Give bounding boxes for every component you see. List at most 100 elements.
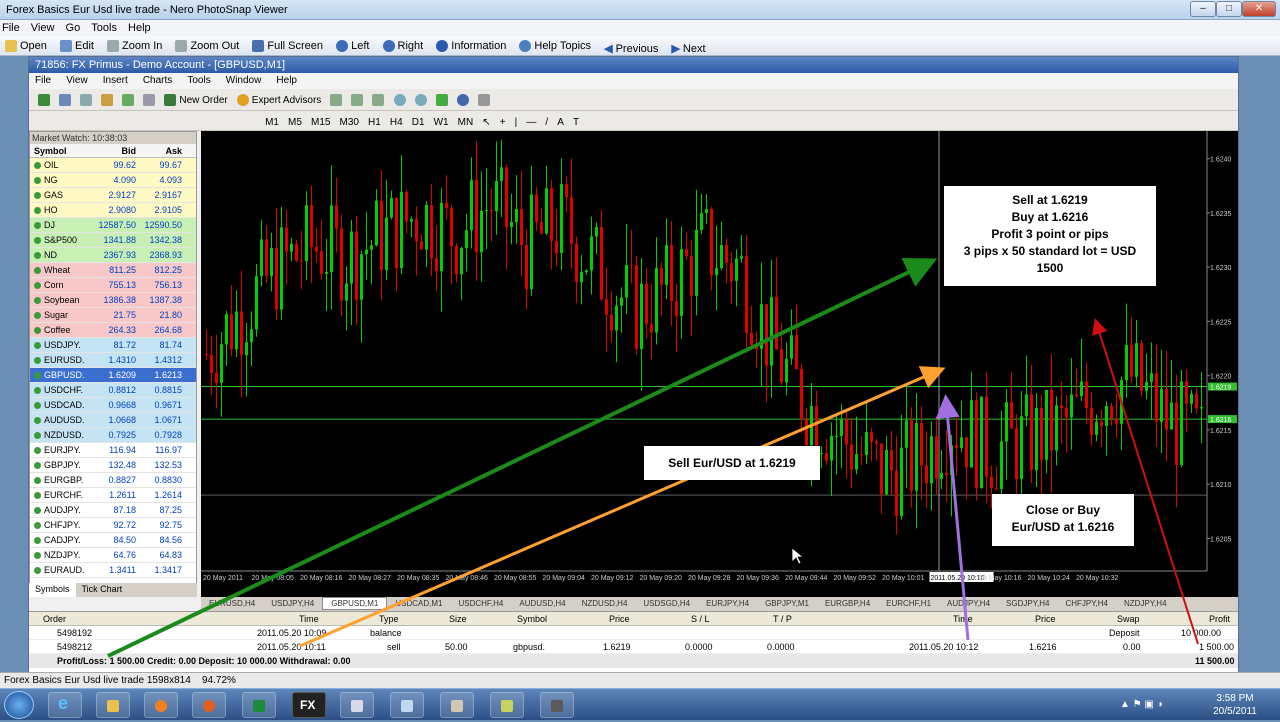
market-watch-row[interactable]: AUDJPY. 87.18 87.25	[30, 503, 196, 518]
market-watch-row[interactable]: HO 2.9080 2.9105	[30, 203, 196, 218]
menu-view[interactable]: View	[29, 20, 61, 34]
open-button[interactable]: Open	[0, 37, 52, 55]
taskbar-firefox[interactable]	[192, 692, 226, 718]
cursor-tool[interactable]: ↖	[479, 113, 493, 131]
taskbar-ie[interactable]: e	[48, 692, 82, 718]
candlestick-button[interactable]	[348, 91, 366, 109]
chart-tab[interactable]: GBPJPY,M1	[757, 598, 817, 609]
terminal-button[interactable]	[119, 91, 137, 109]
chart-tab[interactable]: EURJPY,H4	[698, 598, 757, 609]
mt4-menu-help[interactable]: Help	[270, 73, 303, 88]
chart-tab[interactable]: CHFJPY,H4	[1057, 598, 1116, 609]
th-profit[interactable]: Profit	[1209, 614, 1230, 624]
horizontal-line-tool[interactable]: —	[523, 113, 539, 131]
taskbar-explorer[interactable]	[96, 692, 130, 718]
tab-symbols[interactable]: Symbols	[29, 583, 76, 597]
market-watch-row[interactable]: AUDUSD. 1.0668 1.0671	[30, 413, 196, 428]
rotate-left-button[interactable]: Left	[331, 37, 374, 55]
zoom-out-button[interactable]: Zoom Out	[170, 37, 244, 55]
chart-tab[interactable]: AUDJPY,H4	[939, 598, 998, 609]
taskbar-app3[interactable]	[440, 692, 474, 718]
periods-button[interactable]	[454, 91, 472, 109]
menu-go[interactable]: Go	[64, 20, 87, 34]
mt4-menu-charts[interactable]: Charts	[137, 73, 178, 88]
profiles-button[interactable]	[56, 91, 74, 109]
market-watch-row[interactable]: USDCAD. 0.9668 0.9671	[30, 398, 196, 413]
market-watch-row[interactable]: GBPJPY. 132.48 132.53	[30, 458, 196, 473]
label-tool[interactable]: T	[570, 113, 582, 131]
line-chart-button[interactable]	[369, 91, 387, 109]
previous-button[interactable]: ◀ Previous	[599, 40, 663, 58]
menu-file[interactable]: File	[0, 20, 26, 34]
menu-help[interactable]: Help	[126, 20, 157, 34]
close-button[interactable]: ✕	[1242, 1, 1276, 17]
market-watch-row[interactable]: EURGBP. 0.8827 0.8830	[30, 473, 196, 488]
zoom-in-chart-button[interactable]	[391, 91, 409, 109]
vertical-line-tool[interactable]: |	[512, 113, 521, 131]
market-watch-row[interactable]: Soybean 1386.38 1387.38	[30, 293, 196, 308]
th-time[interactable]: Time	[299, 614, 319, 624]
market-watch-row[interactable]: Coffee 264.33 264.68	[30, 323, 196, 338]
crosshair-tool[interactable]: +	[497, 113, 509, 131]
tf-h1[interactable]: H1	[365, 113, 384, 131]
market-watch-row[interactable]: ND 2367.93 2368.93	[30, 248, 196, 263]
chart-tab[interactable]: NZDUSD,H4	[574, 598, 636, 609]
history-row-trade[interactable]: 5498212 2011.05.20 10:11 sell 50.00 gbpu…	[29, 640, 1238, 654]
tf-m1[interactable]: M1	[262, 113, 282, 131]
mt4-menu-window[interactable]: Window	[220, 73, 268, 88]
start-button[interactable]	[4, 691, 34, 719]
th-close-time[interactable]: Time	[953, 614, 973, 624]
tf-h4[interactable]: H4	[387, 113, 406, 131]
th-tp[interactable]: T / P	[773, 614, 792, 624]
chart-tab[interactable]: SGDJPY,H4	[998, 598, 1057, 609]
market-watch-row[interactable]: NG 4.090 4.093	[30, 173, 196, 188]
history-row-deposit[interactable]: 5498192 2011.05.20 10:09 balance Deposit…	[29, 626, 1238, 640]
market-watch-row[interactable]: Corn 755.13 756.13	[30, 278, 196, 293]
menu-tools[interactable]: Tools	[89, 20, 123, 34]
new-chart-button[interactable]	[35, 91, 53, 109]
market-watch-row[interactable]: GAS 2.9127 2.9167	[30, 188, 196, 203]
navigator-button[interactable]	[98, 91, 116, 109]
maximize-button[interactable]: □	[1216, 1, 1242, 17]
col-ask[interactable]: Ask	[138, 144, 184, 157]
market-watch-row[interactable]: NZDUSD. 0.7925 0.7928	[30, 428, 196, 443]
tf-d1[interactable]: D1	[409, 113, 428, 131]
clock-date[interactable]: 20/5/2011	[1206, 706, 1264, 717]
chart-tab[interactable]: NZDJPY,H4	[1116, 598, 1175, 609]
new-order-button[interactable]: New Order	[161, 91, 230, 109]
chart-tab[interactable]: EURGBP,H4	[817, 598, 878, 609]
th-order[interactable]: Order	[43, 614, 66, 624]
chart-tab[interactable]: EURCHF,H1	[878, 598, 939, 609]
edit-button[interactable]: Edit	[55, 37, 99, 55]
th-swap[interactable]: Swap	[1117, 614, 1140, 624]
next-button[interactable]: ▶ Next	[666, 40, 710, 58]
market-watch-row[interactable]: S&P500 1341.88 1342.38	[30, 233, 196, 248]
chart-tab[interactable]: AUDUSD,H4	[511, 598, 573, 609]
market-watch-row[interactable]: Sugar 21.75 21.80	[30, 308, 196, 323]
market-watch-row[interactable]: EURAUD. 1.3411 1.3417	[30, 563, 196, 578]
market-watch-row[interactable]: CHFJPY. 92.72 92.75	[30, 518, 196, 533]
tray-icons[interactable]: ▲ ⚑ ▣ ◑	[1120, 699, 1163, 710]
th-sl[interactable]: S / L	[691, 614, 710, 624]
indicators-button[interactable]	[433, 91, 451, 109]
tf-w1[interactable]: W1	[431, 113, 452, 131]
market-watch-row[interactable]: DJ 12587.50 12590.50	[30, 218, 196, 233]
full-screen-button[interactable]: Full Screen	[247, 37, 328, 55]
market-watch-row[interactable]: OIL 99.62 99.67	[30, 158, 196, 173]
taskbar-excel[interactable]	[242, 692, 276, 718]
th-type[interactable]: Type	[379, 614, 399, 624]
market-watch-button[interactable]	[77, 91, 95, 109]
market-watch-row[interactable]: EURUSD. 1.4310 1.4312	[30, 353, 196, 368]
chart-tab[interactable]: USDJPY,H4	[263, 598, 322, 609]
market-watch-row[interactable]: NZDJPY. 64.76 64.83	[30, 548, 196, 563]
market-watch-row[interactable]: EURCHF. 1.2611 1.2614	[30, 488, 196, 503]
help-topics-button[interactable]: Help Topics	[514, 37, 596, 55]
expert-advisors-button[interactable]: Expert Advisors	[234, 91, 324, 109]
mt4-menu-insert[interactable]: Insert	[97, 73, 134, 88]
market-watch-row[interactable]: GBPUSD. 1.6209 1.6213	[30, 368, 196, 383]
taskbar-app5[interactable]	[540, 692, 574, 718]
th-symbol[interactable]: Symbol	[517, 614, 547, 624]
rotate-right-button[interactable]: Right	[378, 37, 429, 55]
information-button[interactable]: Information	[431, 37, 511, 55]
tf-m5[interactable]: M5	[285, 113, 305, 131]
